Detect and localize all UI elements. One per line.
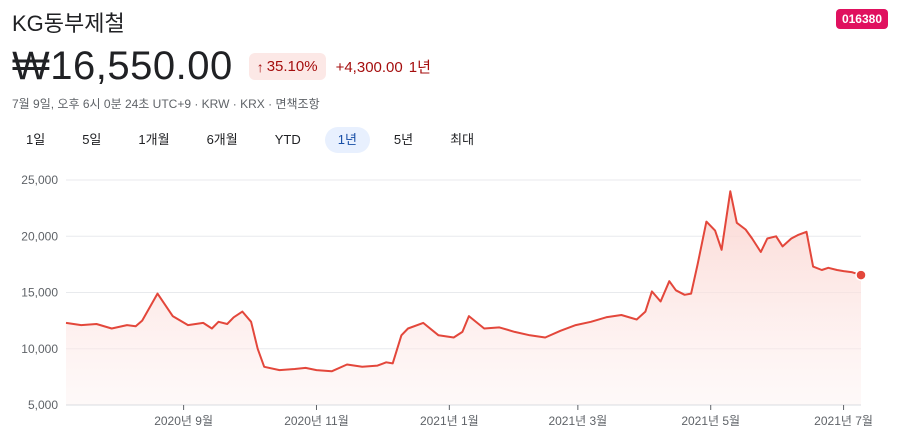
price-row: ₩16,550.00 ↑ 35.10% +4,300.00 1년 bbox=[12, 44, 431, 89]
tab-1d[interactable]: 1일 bbox=[14, 127, 58, 153]
price-chart[interactable]: 5,000 10,000 15,000 20,000 25,000 2020년 9월 20… bbox=[0, 160, 897, 444]
tab-1y[interactable]: 1년 bbox=[324, 127, 370, 153]
x-tick-label: 2021년 7월 bbox=[814, 414, 873, 428]
ticker-badge[interactable]: 016380 bbox=[835, 9, 888, 29]
arrow-up-icon: ↑ bbox=[256, 58, 264, 75]
y-tick-label: 5,000 bbox=[28, 398, 58, 412]
y-tick-label: 10,000 bbox=[21, 342, 58, 356]
range-tabs: 1일 5일 1개월 6개월 YTD 1년 5년 최대 bbox=[14, 127, 498, 153]
tab-1m[interactable]: 1개월 bbox=[125, 127, 182, 153]
change-percent: 35.10% bbox=[266, 58, 318, 75]
y-tick-label: 25,000 bbox=[21, 173, 58, 187]
tab-max[interactable]: 최대 bbox=[437, 127, 487, 153]
x-tick-label: 2020년 11월 bbox=[284, 414, 349, 428]
tab-5y[interactable]: 5년 bbox=[381, 127, 426, 153]
change-percent-badge: ↑ 35.10% bbox=[248, 53, 326, 80]
current-price: ₩16,550.00 bbox=[12, 44, 233, 88]
price-area-fill bbox=[66, 191, 861, 405]
tab-ytd[interactable]: YTD bbox=[262, 127, 314, 153]
change-amount: +4,300.00 bbox=[335, 59, 403, 76]
x-tick-label: 2020년 9월 bbox=[154, 414, 213, 428]
stock-title: KG동부제철 bbox=[12, 11, 125, 36]
y-tick-label: 20,000 bbox=[21, 229, 58, 243]
y-tick-label: 15,000 bbox=[21, 286, 58, 300]
x-tick-label: 2021년 3월 bbox=[548, 414, 607, 428]
last-price-marker bbox=[855, 269, 867, 281]
x-tick-label: 2021년 1월 bbox=[420, 414, 479, 428]
quote-meta: 7월 9일, 오후 6시 0분 24초 UTC+9 · KRW · KRX · … bbox=[12, 97, 320, 111]
change-amount-group: +4,300.00 1년 bbox=[336, 56, 431, 77]
tab-5d[interactable]: 5일 bbox=[69, 127, 114, 153]
tab-6m[interactable]: 6개월 bbox=[194, 127, 251, 153]
change-period: 1년 bbox=[408, 59, 431, 76]
x-tick-label: 2021년 5월 bbox=[681, 414, 740, 428]
